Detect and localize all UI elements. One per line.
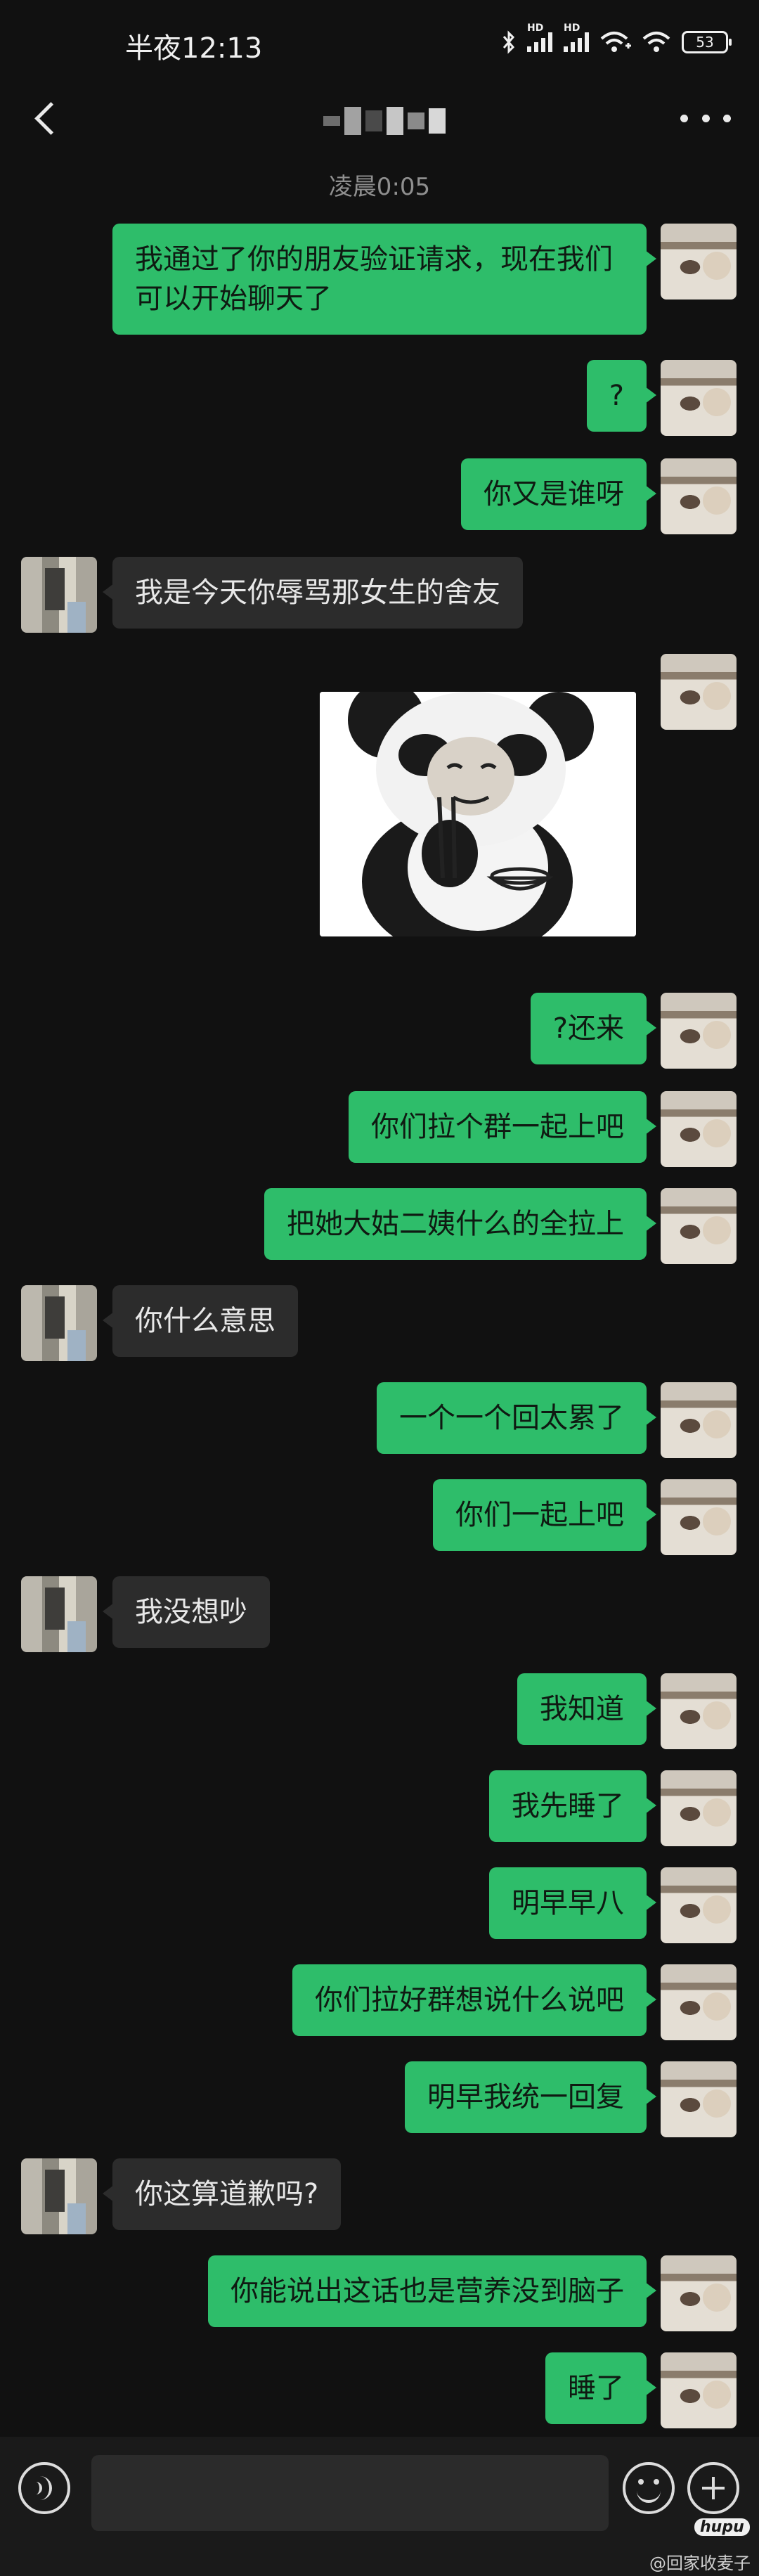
status-icons: HD HD 53 xyxy=(502,22,732,58)
status-time: 半夜12:13 xyxy=(125,32,263,65)
sent-message-bubble[interactable]: 你又是谁呀 xyxy=(461,458,656,530)
my-avatar[interactable] xyxy=(661,1479,737,1555)
my-avatar[interactable] xyxy=(661,1964,737,2040)
sent-message-bubble[interactable]: 你们拉个群一起上吧 xyxy=(349,1091,656,1163)
contact-avatar[interactable] xyxy=(21,1285,97,1361)
my-avatar[interactable] xyxy=(661,654,737,730)
contact-avatar[interactable] xyxy=(21,1576,97,1652)
my-avatar[interactable] xyxy=(661,2061,737,2137)
sent-message-bubble[interactable]: 明早早八 xyxy=(489,1867,656,1939)
input-bar: hupu @回家收麦子 xyxy=(0,2437,759,2576)
my-avatar[interactable] xyxy=(661,1673,737,1749)
emoji-icon[interactable] xyxy=(623,2462,675,2514)
message-input[interactable] xyxy=(91,2455,609,2531)
sent-message-bubble[interactable]: 我通过了你的朋友验证请求，现在我们可以开始聊天了 xyxy=(112,224,656,335)
sent-message-bubble[interactable]: 我知道 xyxy=(517,1673,656,1745)
sent-message-bubble[interactable]: ?还来 xyxy=(530,993,657,1064)
my-avatar[interactable] xyxy=(661,360,737,436)
watermark-text: @回家收麦子 xyxy=(649,2554,751,2573)
battery-icon: 53 xyxy=(682,31,732,53)
signal-icon: HD xyxy=(527,22,552,52)
contact-avatar[interactable] xyxy=(21,2158,97,2234)
hd-label: HD xyxy=(527,22,544,34)
my-avatar[interactable] xyxy=(661,1770,737,1846)
my-avatar[interactable] xyxy=(661,2352,737,2428)
hd-label: HD xyxy=(564,22,580,34)
status-bar: 半夜12:13 HD HD 53 xyxy=(0,0,759,83)
plus-icon[interactable] xyxy=(687,2462,739,2514)
sent-message-bubble[interactable]: 你们一起上吧 xyxy=(433,1479,656,1551)
contact-avatar[interactable] xyxy=(21,557,97,633)
my-avatar[interactable] xyxy=(661,2255,737,2331)
back-arrow-icon[interactable] xyxy=(25,97,67,139)
my-avatar[interactable] xyxy=(661,224,737,300)
my-avatar[interactable] xyxy=(661,1867,737,1943)
my-avatar[interactable] xyxy=(661,1382,737,1458)
sent-message-bubble[interactable]: 明早我统一回复 xyxy=(405,2061,656,2133)
sent-message-bubble[interactable]: 你能说出这话也是营养没到脑子 xyxy=(208,2255,656,2327)
sent-message-bubble[interactable]: ? xyxy=(586,360,657,432)
chat-header xyxy=(0,83,759,160)
received-message-bubble[interactable]: 我没想吵 xyxy=(103,1576,270,1648)
bluetooth-icon xyxy=(502,30,515,54)
my-avatar[interactable] xyxy=(661,993,737,1069)
sent-message-bubble[interactable]: 你们拉好群想说什么说吧 xyxy=(292,1964,656,2036)
my-avatar[interactable] xyxy=(661,458,737,534)
message-timestamp: 凌晨0:05 xyxy=(328,173,431,201)
sent-message-bubble[interactable]: 把她大姑二姨什么的全拉上 xyxy=(264,1188,656,1260)
panda-meme-sticker[interactable] xyxy=(320,692,636,936)
signal-icon: HD xyxy=(564,22,589,52)
my-avatar[interactable] xyxy=(661,1091,737,1167)
more-dots-icon[interactable] xyxy=(680,104,731,132)
wifi-icon xyxy=(642,32,670,52)
sent-message-bubble[interactable]: 我先睡了 xyxy=(489,1770,656,1842)
sent-message-bubble[interactable]: 睡了 xyxy=(545,2352,656,2424)
my-avatar[interactable] xyxy=(661,1188,737,1264)
contact-name-pixelated xyxy=(323,101,457,141)
received-message-bubble[interactable]: 你什么意思 xyxy=(103,1285,298,1357)
sent-message-bubble[interactable]: 一个一个回太累了 xyxy=(377,1382,656,1454)
received-message-bubble[interactable]: 我是今天你辱骂那女生的舍友 xyxy=(103,557,523,629)
received-message-bubble[interactable]: 你这算道歉吗? xyxy=(102,2158,342,2230)
voice-icon[interactable] xyxy=(18,2462,70,2514)
wifi-plus-icon xyxy=(600,32,631,52)
hupu-logo: hupu xyxy=(694,2518,750,2536)
